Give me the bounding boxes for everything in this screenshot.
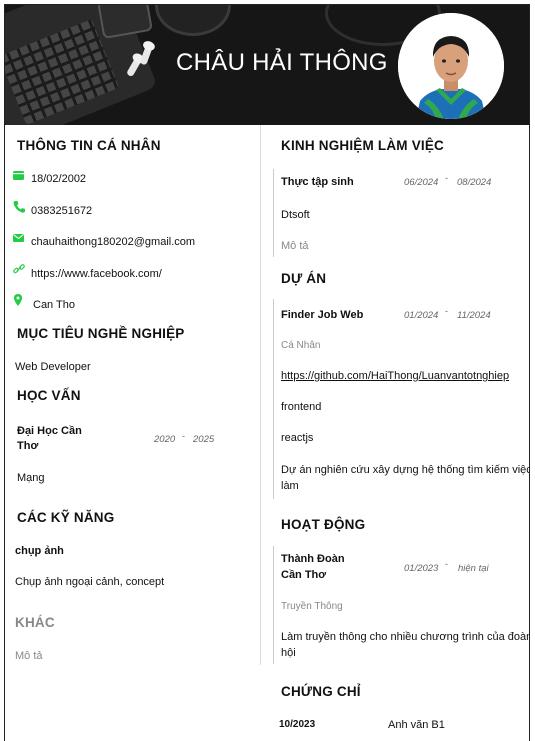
project-tech-reactjs: reactjs xyxy=(281,432,314,444)
project-tech-frontend: frontend xyxy=(281,401,322,413)
phone-number: 0383251672 xyxy=(31,205,93,217)
personal-info-title: THÔNG TIN CÁ NHÂN xyxy=(17,138,161,153)
date-separator: - xyxy=(445,173,448,183)
project-description-line2: làm xyxy=(281,480,299,492)
location-pin-icon xyxy=(14,294,22,306)
major: Mạng xyxy=(17,472,45,484)
certificates-title: CHỨNG CHỈ xyxy=(281,684,361,699)
date-separator: - xyxy=(182,431,185,441)
activity-description-line1: Làm truyền thông cho nhiều chương trình … xyxy=(281,631,530,643)
experience-position: Thực tập sinh xyxy=(281,176,354,188)
date-separator: - xyxy=(445,559,448,569)
objective-text: Web Developer xyxy=(15,361,91,373)
column-divider xyxy=(260,125,261,665)
skill-description: Chụp ảnh ngoại cảnh, concept xyxy=(15,576,165,588)
objective-title: MỤC TIÊU NGHỀ NGHIỆP xyxy=(17,326,185,341)
email: chauhaithong180202@gmail.com xyxy=(31,236,196,248)
phone-icon xyxy=(13,201,25,213)
other-title: KHÁC xyxy=(15,615,55,630)
link-icon xyxy=(13,264,25,274)
left-column: THÔNG TIN CÁ NHÂN 18/02/2002 0383251672 … xyxy=(11,125,259,741)
education-end: 2025 xyxy=(193,434,215,445)
activities-title: HOẠT ĐỘNG xyxy=(281,517,366,532)
activity-org-line2: Cần Thơ xyxy=(281,569,327,581)
school-name-line1: Đại Học Cần xyxy=(17,425,82,437)
experience-start: 06/2024 xyxy=(404,177,439,188)
website: https://www.facebook.com/ xyxy=(31,268,162,280)
school-name-line2: Thơ xyxy=(17,440,39,452)
birthday: 18/02/2002 xyxy=(31,173,87,185)
phone-image xyxy=(97,5,153,40)
other-description: Mô tả xyxy=(15,650,43,662)
education-title: HỌC VẤN xyxy=(17,388,81,403)
project-description-line1: Dự án nghiên cứu xây dựng hệ thống tìm k… xyxy=(281,464,530,476)
calendar-icon xyxy=(13,171,24,180)
certificate-name: Anh văn B1 xyxy=(388,719,445,731)
activity-end: hiện tại xyxy=(458,563,489,574)
experience-description: Mô tả xyxy=(281,240,309,252)
project-end: 11/2024 xyxy=(457,310,491,321)
education-start: 2020 xyxy=(154,434,176,445)
email-icon xyxy=(13,234,24,242)
project-role: Cá Nhân xyxy=(281,340,321,351)
address: Can Tho xyxy=(33,299,75,311)
project-link[interactable]: https://github.com/HaiThong/Luanvantotng… xyxy=(281,370,509,382)
company-name: Dtsoft xyxy=(281,209,310,221)
cv-page: CHÂU HẢI THÔNG THÔNG TIN CÁ NHÂN 18/02/2… xyxy=(4,4,530,741)
activity-org-line1: Thành Đoàn xyxy=(281,553,345,565)
project-name: Finder Job Web xyxy=(281,309,364,321)
date-separator: - xyxy=(445,306,448,316)
projects-bar xyxy=(273,299,274,499)
activities-bar xyxy=(273,546,274,664)
activity-role: Truyền Thông xyxy=(281,601,343,612)
cup-image xyxy=(155,5,231,36)
certificate-date: 10/2023 xyxy=(279,719,316,730)
right-column: KINH NGHIỆM LÀM VIỆC Thực tập sinh 06/20… xyxy=(273,125,529,741)
experience-bar xyxy=(273,169,274,257)
avatar xyxy=(398,13,504,119)
experience-end: 08/2024 xyxy=(457,177,492,188)
projects-title: DỰ ÁN xyxy=(281,271,327,286)
skill-name: chụp ảnh xyxy=(15,545,64,557)
experience-title: KINH NGHIỆM LÀM VIỆC xyxy=(281,138,445,153)
header-banner: CHÂU HẢI THÔNG xyxy=(5,5,529,125)
skills-title: CÁC KỸ NĂNG xyxy=(17,510,115,525)
earbuds-icon xyxy=(125,42,157,83)
project-start: 01/2024 xyxy=(404,310,439,321)
activity-description-line2: hội xyxy=(281,647,296,659)
candidate-name: CHÂU HẢI THÔNG xyxy=(176,49,388,76)
activity-start: 01/2023 xyxy=(404,563,439,574)
